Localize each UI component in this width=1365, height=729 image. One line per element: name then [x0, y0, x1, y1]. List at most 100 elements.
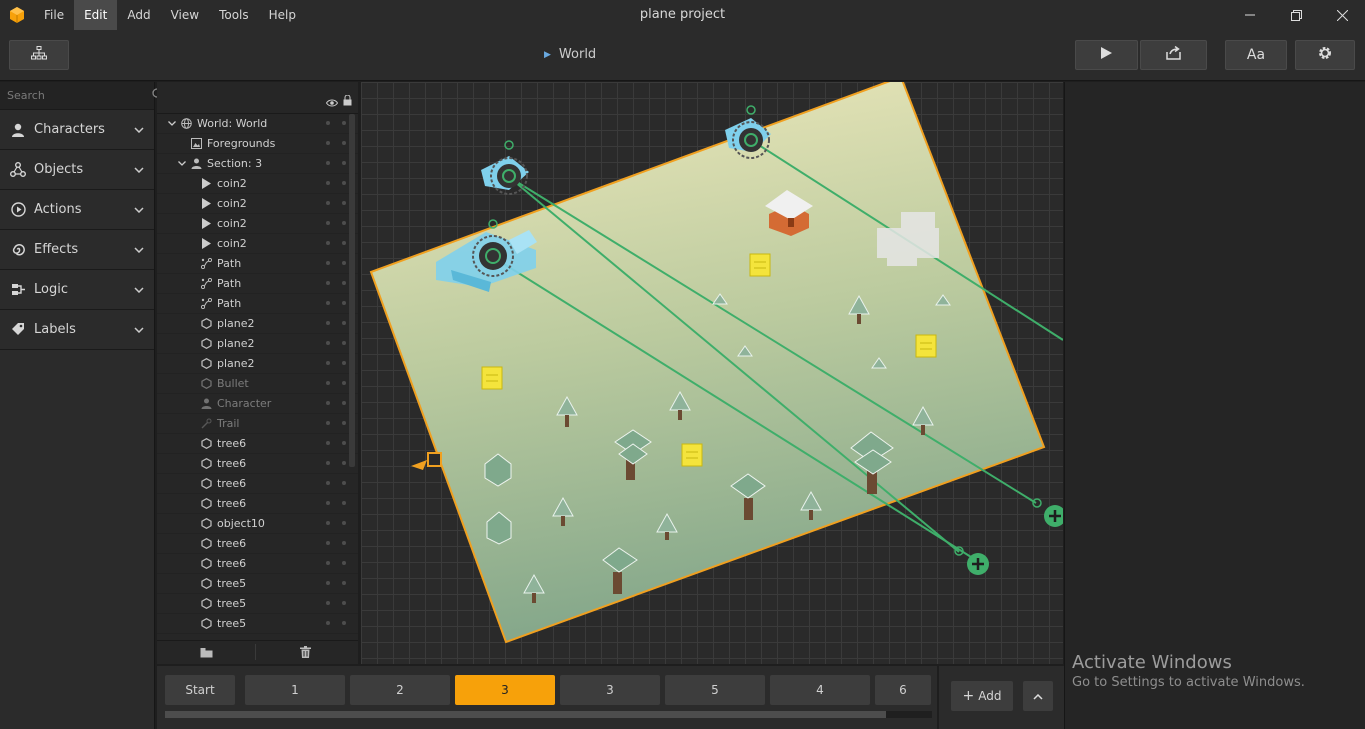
- hierarchy-scrollbar[interactable]: [349, 114, 355, 467]
- coin-object[interactable]: [749, 253, 771, 277]
- scene-canvas[interactable]: [361, 82, 1063, 664]
- chevron-down-icon[interactable]: [177, 161, 187, 166]
- add-path-point-icon[interactable]: [967, 553, 989, 575]
- lock-dot[interactable]: [342, 601, 346, 605]
- hierarchy-item[interactable]: coin2: [157, 174, 358, 194]
- menu-item-file[interactable]: File: [34, 0, 74, 30]
- visibility-lock-toggles[interactable]: [326, 241, 346, 245]
- close-button[interactable]: [1319, 0, 1365, 30]
- visibility-dot[interactable]: [326, 461, 330, 465]
- hierarchy-item[interactable]: plane2: [157, 334, 358, 354]
- lock-dot[interactable]: [342, 361, 346, 365]
- visibility-lock-toggles[interactable]: [326, 221, 346, 225]
- visibility-dot[interactable]: [326, 421, 330, 425]
- lock-dot[interactable]: [342, 421, 346, 425]
- hierarchy-item[interactable]: tree6: [157, 434, 358, 454]
- visibility-lock-toggles[interactable]: [326, 561, 346, 565]
- visibility-dot[interactable]: [326, 361, 330, 365]
- visibility-lock-toggles[interactable]: [326, 121, 346, 125]
- menu-item-view[interactable]: View: [161, 0, 209, 30]
- chevron-down-icon[interactable]: [167, 121, 177, 126]
- section-button[interactable]: 5: [665, 675, 765, 705]
- hierarchy-item[interactable]: Foregrounds: [157, 134, 358, 154]
- rotate-handle[interactable]: [427, 452, 442, 467]
- menu-item-help[interactable]: Help: [259, 0, 306, 30]
- hierarchy-item[interactable]: tree5: [157, 614, 358, 634]
- add-path-point-icon[interactable]: [1044, 505, 1063, 527]
- visibility-dot[interactable]: [326, 541, 330, 545]
- hierarchy-item[interactable]: Path: [157, 294, 358, 314]
- hierarchy-item[interactable]: tree5: [157, 574, 358, 594]
- lock-dot[interactable]: [342, 161, 346, 165]
- visibility-dot[interactable]: [326, 401, 330, 405]
- category-characters[interactable]: Characters: [0, 110, 154, 150]
- hierarchy-item[interactable]: Character: [157, 394, 358, 414]
- visibility-dot[interactable]: [326, 621, 330, 625]
- menu-item-edit[interactable]: Edit: [74, 0, 118, 30]
- hierarchy-item[interactable]: coin2: [157, 234, 358, 254]
- visibility-lock-toggles[interactable]: [326, 461, 346, 465]
- visibility-lock-toggles[interactable]: [326, 341, 346, 345]
- hierarchy-item[interactable]: plane2: [157, 354, 358, 374]
- hierarchy-toggle-button[interactable]: [9, 40, 69, 70]
- lock-dot[interactable]: [342, 501, 346, 505]
- section-button[interactable]: 4: [770, 675, 870, 705]
- category-objects[interactable]: Objects: [0, 150, 154, 190]
- lock-dot[interactable]: [342, 461, 346, 465]
- hierarchy-item[interactable]: World: World: [157, 114, 358, 134]
- hierarchy-item[interactable]: Trail: [157, 414, 358, 434]
- visibility-eye-icon[interactable]: [325, 96, 339, 110]
- visibility-dot[interactable]: [326, 281, 330, 285]
- visibility-lock-toggles[interactable]: [326, 301, 346, 305]
- lock-dot[interactable]: [342, 321, 346, 325]
- visibility-lock-toggles[interactable]: [326, 381, 346, 385]
- lock-icon[interactable]: [343, 94, 352, 109]
- menu-item-tools[interactable]: Tools: [209, 0, 259, 30]
- lock-dot[interactable]: [342, 381, 346, 385]
- hierarchy-item[interactable]: Path: [157, 274, 358, 294]
- hierarchy-item[interactable]: object10: [157, 514, 358, 534]
- coin-object[interactable]: [681, 443, 703, 467]
- visibility-lock-toggles[interactable]: [326, 581, 346, 585]
- visibility-dot[interactable]: [326, 441, 330, 445]
- visibility-lock-toggles[interactable]: [326, 621, 346, 625]
- section-button[interactable]: 2: [350, 675, 450, 705]
- visibility-lock-toggles[interactable]: [326, 361, 346, 365]
- add-section-button[interactable]: + Add: [951, 681, 1013, 711]
- lock-dot[interactable]: [342, 141, 346, 145]
- visibility-dot[interactable]: [326, 521, 330, 525]
- lock-dot[interactable]: [342, 201, 346, 205]
- lock-dot[interactable]: [342, 621, 346, 625]
- section-button[interactable]: 6: [875, 675, 931, 705]
- menu-item-add[interactable]: Add: [117, 0, 160, 30]
- breadcrumb[interactable]: ▶ World: [544, 47, 596, 62]
- lock-dot[interactable]: [342, 581, 346, 585]
- visibility-dot[interactable]: [326, 481, 330, 485]
- settings-button[interactable]: [1295, 40, 1355, 70]
- visibility-lock-toggles[interactable]: [326, 201, 346, 205]
- expand-up-button[interactable]: [1023, 681, 1053, 711]
- visibility-lock-toggles[interactable]: [326, 281, 346, 285]
- font-button[interactable]: Aa: [1225, 40, 1287, 70]
- new-folder-icon[interactable]: [200, 647, 213, 661]
- visibility-dot[interactable]: [326, 381, 330, 385]
- hierarchy-item[interactable]: tree6: [157, 474, 358, 494]
- restore-button[interactable]: [1273, 0, 1319, 30]
- visibility-lock-toggles[interactable]: [326, 161, 346, 165]
- hierarchy-item[interactable]: tree6: [157, 554, 358, 574]
- section-scroll-thumb[interactable]: [165, 711, 886, 718]
- category-labels[interactable]: Labels: [0, 310, 154, 350]
- hierarchy-item[interactable]: coin2: [157, 214, 358, 234]
- search-input[interactable]: [7, 89, 152, 102]
- visibility-lock-toggles[interactable]: [326, 441, 346, 445]
- section-start-button[interactable]: Start: [165, 675, 235, 705]
- visibility-lock-toggles[interactable]: [326, 601, 346, 605]
- trash-icon[interactable]: [300, 646, 311, 661]
- visibility-dot[interactable]: [326, 261, 330, 265]
- play-button[interactable]: [1075, 40, 1138, 70]
- visibility-dot[interactable]: [326, 241, 330, 245]
- visibility-dot[interactable]: [326, 121, 330, 125]
- visibility-lock-toggles[interactable]: [326, 481, 346, 485]
- hierarchy-item[interactable]: tree6: [157, 494, 358, 514]
- visibility-lock-toggles[interactable]: [326, 421, 346, 425]
